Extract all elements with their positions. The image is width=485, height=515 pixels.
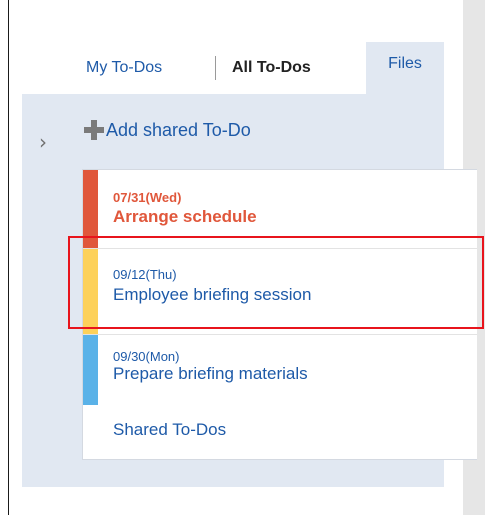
- todo-date: 09/12(Thu): [113, 267, 177, 282]
- left-border: [8, 0, 9, 515]
- add-shared-todo-button[interactable]: Add shared To-Do: [84, 116, 251, 144]
- tab-separator: [215, 56, 216, 80]
- chevron-right-icon: ›: [39, 130, 47, 154]
- tab-all-todos[interactable]: All To-Dos: [232, 42, 311, 94]
- todo-color-bar: [83, 249, 98, 335]
- todo-item-employee-briefing[interactable]: 09/12(Thu) Employee briefing session: [83, 248, 477, 335]
- todo-title: Employee briefing session: [113, 285, 312, 304]
- tab-bar: My To-Dos All To-Dos Files: [72, 42, 444, 94]
- todo-title: Arrange schedule: [113, 207, 257, 226]
- todo-color-bar: [83, 170, 98, 248]
- shared-todos-link[interactable]: Shared To-Dos: [113, 420, 226, 440]
- todo-date: 07/31(Wed): [113, 190, 182, 205]
- tab-my-todos[interactable]: My To-Dos: [86, 42, 162, 94]
- collapse-panel-button[interactable]: ›: [32, 128, 54, 156]
- todo-title: Prepare briefing materials: [113, 364, 308, 383]
- todo-color-bar: [83, 335, 98, 405]
- add-shared-todo-label: Add shared To-Do: [106, 119, 251, 140]
- tab-files[interactable]: Files: [366, 42, 444, 94]
- todo-date: 09/30(Mon): [113, 349, 180, 364]
- tab-files-label: Files: [388, 55, 422, 72]
- todo-item-arrange-schedule[interactable]: 07/31(Wed) Arrange schedule: [83, 170, 477, 248]
- plus-icon: [84, 120, 104, 140]
- todo-item-prepare-materials[interactable]: 09/30(Mon) Prepare briefing materials: [83, 334, 477, 405]
- todo-list: 07/31(Wed) Arrange schedule 09/12(Thu) E…: [82, 169, 477, 460]
